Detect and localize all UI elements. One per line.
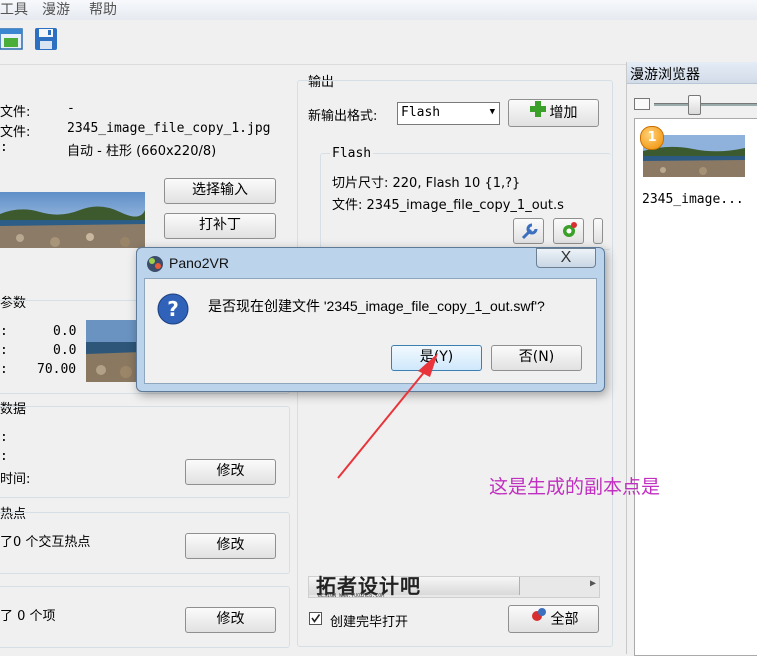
question-icon: ?: [157, 293, 189, 325]
param-colon-3: :: [0, 362, 8, 377]
chevron-down-icon: ▼: [489, 107, 495, 117]
file-value-1: -: [67, 101, 75, 116]
panorama-preview: [0, 192, 145, 248]
file-value-2: 2345_image_file_copy_1.jpg: [67, 121, 271, 136]
file-label-2: 文件:: [0, 125, 31, 140]
more-button[interactable]: [593, 218, 603, 244]
output-file-text: 文件: 2345_image_file_copy_1_out.s: [332, 198, 564, 213]
thumbnail-size-icon: [634, 98, 650, 110]
param-colon-2: :: [0, 343, 8, 358]
add-button[interactable]: 增加: [508, 99, 599, 127]
all-button[interactable]: 全部: [508, 605, 599, 633]
format-selected-value: Flash: [401, 105, 441, 120]
param-value-1: 0.0: [53, 324, 77, 339]
menu-bar: 工具 漫游 帮助: [0, 0, 757, 21]
wrench-icon[interactable]: [513, 218, 544, 244]
data-time-label: 时间:: [0, 472, 31, 487]
zoom-slider-track[interactable]: [654, 103, 757, 106]
new-format-label: 新输出格式:: [308, 109, 378, 124]
close-icon[interactable]: X: [536, 248, 596, 268]
toolbar: [0, 20, 757, 65]
type-value: 自动 - 柱形 (660x220/8): [67, 144, 217, 159]
params-preview: [86, 320, 142, 382]
annotation-arrow: [337, 353, 438, 479]
pano2vr-app-icon: [146, 255, 164, 273]
add-button-label: 增加: [549, 105, 578, 121]
save-icon[interactable]: [34, 27, 58, 51]
open-after-create-checkbox[interactable]: [309, 612, 322, 625]
menu-tools[interactable]: 工具: [0, 0, 28, 19]
dialog-title: Pano2VR: [169, 255, 229, 271]
data-colon-2: :: [0, 449, 8, 464]
plus-icon: [529, 100, 546, 126]
zoom-slider-handle[interactable]: [688, 95, 701, 115]
gear-icon[interactable]: [553, 218, 584, 244]
media-count-text: 了 0 个项: [0, 609, 56, 624]
open-after-create-label: 创建完毕打开: [330, 615, 409, 630]
param-value-3: 70.00: [37, 362, 77, 377]
svg-text:?: ?: [167, 297, 179, 321]
all-button-label: 全部: [550, 611, 579, 628]
watermark-url: DESIGN WWW.TUOZHE8.COM: [318, 593, 385, 599]
tour-browser-header: 漫游浏览器: [627, 62, 757, 84]
menu-help[interactable]: 帮助: [89, 0, 117, 19]
tour-item-badge: 1: [640, 126, 664, 150]
data-colon-1: :: [0, 430, 8, 445]
hotspots-count-text: 了0 个交互热点: [0, 535, 91, 550]
menu-tour[interactable]: 漫游: [42, 0, 70, 19]
tour-browser-title: 漫游浏览器: [630, 67, 700, 83]
patch-button[interactable]: 打补丁: [164, 213, 276, 239]
tile-size-text: 切片尺寸: 220, Flash 10 {1,?}: [332, 176, 521, 191]
no-button[interactable]: 否(N): [491, 345, 582, 371]
select-input-button[interactable]: 选择输入: [164, 178, 276, 204]
media-modify-button[interactable]: 修改: [185, 607, 276, 633]
hotspots-modify-button[interactable]: 修改: [185, 533, 276, 559]
param-value-2: 0.0: [53, 343, 77, 358]
tour-item-label[interactable]: 2345_image...: [642, 192, 744, 207]
annotation-text: 这是生成的副本点是: [489, 476, 661, 498]
type-colon: :: [0, 140, 8, 155]
flash-group-title: Flash: [330, 146, 374, 161]
dialog-message: 是否现在创建文件 '2345_image_file_copy_1_out.swf…: [208, 298, 545, 314]
data-modify-button[interactable]: 修改: [185, 459, 276, 485]
gear-icon: [529, 606, 547, 633]
check-icon: [311, 614, 321, 623]
scroll-right-icon[interactable]: ▶: [590, 578, 596, 589]
open-window-icon[interactable]: [0, 26, 24, 52]
file-label-1: 文件:: [0, 105, 31, 120]
format-select[interactable]: Flash ▼: [397, 102, 500, 125]
param-colon-1: :: [0, 324, 8, 339]
tour-thumbnail-list: 1 2345_image...: [634, 118, 757, 656]
